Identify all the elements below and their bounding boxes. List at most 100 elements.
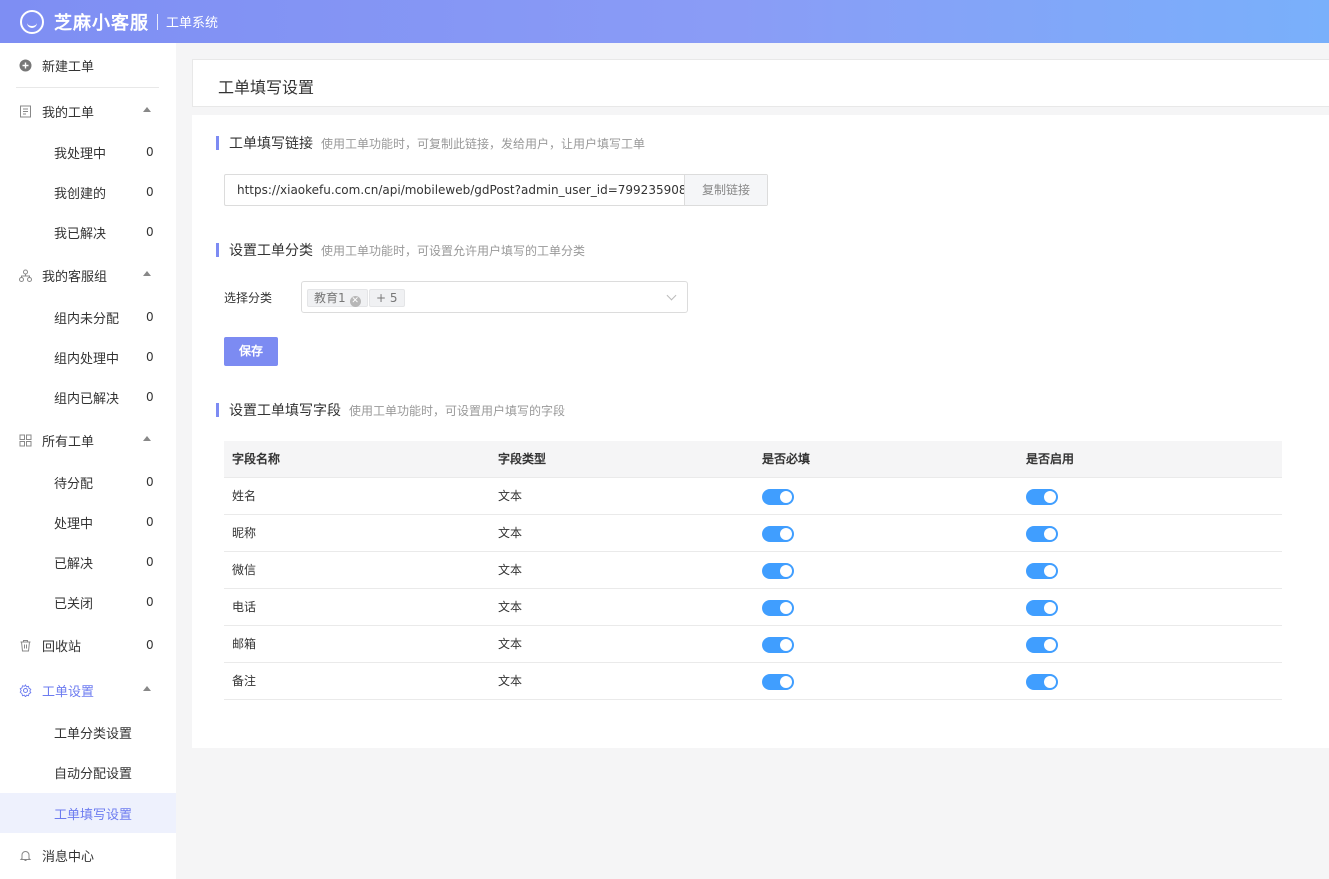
required-toggle[interactable]	[762, 526, 794, 542]
sidebar-item-label: 已解决	[54, 556, 94, 572]
settings-panel: 工单填写链接 使用工单功能时，可复制此链接，发给用户，让用户填写工单 https…	[192, 115, 1329, 748]
table-row: 微信 文本	[224, 552, 1282, 589]
sidebar-group-label: 所有工单	[42, 434, 95, 450]
required-toggle[interactable]	[762, 489, 794, 505]
save-button[interactable]: 保存	[224, 337, 278, 366]
sidebar-item-count: 0	[146, 145, 154, 159]
table-row: 电话 文本	[224, 589, 1282, 626]
sidebar-item-messages[interactable]: 消息中心	[0, 835, 176, 875]
sidebar-item-label: 我处理中	[54, 146, 107, 162]
chevron-up-icon	[143, 107, 151, 112]
chevron-down-icon[interactable]	[666, 290, 677, 301]
sidebar-item-count: 0	[146, 310, 154, 324]
section-heading: 设置工单分类	[229, 243, 313, 259]
sidebar-item-label: 我已解决	[54, 226, 107, 242]
required-toggle[interactable]	[762, 600, 794, 616]
field-name: 姓名	[232, 489, 257, 503]
section-marker	[216, 136, 219, 150]
sidebar-item-label: 组内处理中	[54, 351, 120, 367]
field-type: 文本	[498, 637, 523, 651]
section-description: 使用工单功能时，可设置允许用户填写的工单分类	[321, 243, 586, 258]
field-type: 文本	[498, 674, 523, 688]
sidebar-item-label: 消息中心	[42, 849, 95, 865]
form-link-url[interactable]: https://xiaokefu.com.cn/api/mobileweb/gd…	[225, 175, 684, 205]
sidebar-item-count: 0	[146, 225, 154, 239]
required-toggle[interactable]	[762, 637, 794, 653]
sidebar-item-label: 工单填写设置	[54, 807, 133, 823]
sidebar-item-label: 组内已解决	[54, 391, 120, 407]
enabled-toggle[interactable]	[1026, 526, 1058, 542]
sidebar-item-count: 0	[146, 515, 154, 529]
enabled-toggle[interactable]	[1026, 489, 1058, 505]
field-type: 文本	[498, 489, 523, 503]
chevron-up-icon	[143, 686, 151, 691]
column-header: 是否必填	[762, 452, 811, 466]
sidebar-item-group-resolved[interactable]: 组内已解决 0	[0, 377, 176, 417]
sidebar-item-label: 自动分配设置	[54, 766, 133, 782]
enabled-toggle[interactable]	[1026, 674, 1058, 690]
sidebar-item-label: 新建工单	[42, 59, 95, 75]
sidebar-item-group-unassigned[interactable]: 组内未分配 0	[0, 297, 176, 337]
brand-divider	[157, 13, 158, 30]
section-marker	[216, 243, 219, 257]
link-field: https://xiaokefu.com.cn/api/mobileweb/gd…	[224, 174, 768, 206]
sidebar-item-closed[interactable]: 已关闭 0	[0, 582, 176, 622]
column-header: 字段名称	[232, 452, 281, 466]
field-name: 备注	[232, 674, 257, 688]
sidebar-item-my-created[interactable]: 我创建的 0	[0, 172, 176, 212]
sidebar-item-pending[interactable]: 待分配 0	[0, 462, 176, 502]
sidebar-group-my-team[interactable]: 我的客服组	[0, 255, 176, 295]
sidebar-item-auto-assign-settings[interactable]: 自动分配设置	[0, 752, 176, 792]
more-tags-badge: + 5	[369, 289, 405, 307]
enabled-toggle[interactable]	[1026, 563, 1058, 579]
fields-table: 字段名称 字段类型 是否必填 是否启用 姓名 文本 昵称 文本 微信 文本 电话…	[224, 441, 1282, 700]
copy-link-button[interactable]: 复制链接	[684, 175, 767, 205]
sidebar-item-resolved[interactable]: 已解决 0	[0, 542, 176, 582]
sidebar-item-label: 工单分类设置	[54, 726, 133, 742]
sidebar-item-new-ticket[interactable]: 新建工单	[0, 45, 176, 85]
sidebar-group-label: 我的工单	[42, 105, 95, 121]
sidebar: 新建工单 我的工单 我处理中 0 我创建的 0 我已解决 0 我的客服组 组内未…	[0, 43, 176, 879]
required-toggle[interactable]	[762, 674, 794, 690]
category-section-title: 设置工单分类 使用工单功能时，可设置允许用户填写的工单分类	[216, 240, 585, 260]
field-name: 昵称	[232, 526, 257, 540]
enabled-toggle[interactable]	[1026, 637, 1058, 653]
trash-icon	[18, 638, 32, 652]
sidebar-item-label: 我创建的	[54, 186, 107, 202]
sidebar-group-all-tickets[interactable]: 所有工单	[0, 420, 176, 460]
sidebar-item-form-settings[interactable]: 工单填写设置	[0, 793, 176, 833]
sidebar-group-settings[interactable]: 工单设置	[0, 670, 176, 710]
sidebar-item-count: 0	[146, 350, 154, 364]
top-header: 芝麻小客服 工单系统	[0, 0, 1329, 43]
field-type: 文本	[498, 563, 523, 577]
sidebar-item-count: 0	[146, 185, 154, 199]
sidebar-group-my-tickets[interactable]: 我的工单	[0, 91, 176, 131]
sidebar-group-label: 我的客服组	[42, 269, 108, 285]
brand-subtitle: 工单系统	[166, 16, 219, 31]
column-header: 字段类型	[498, 452, 547, 466]
page-title: 工单填写设置	[218, 78, 315, 97]
category-select-label: 选择分类	[224, 291, 273, 305]
required-toggle[interactable]	[762, 563, 794, 579]
bell-icon	[18, 848, 32, 862]
section-marker	[216, 403, 219, 417]
category-select[interactable]: 教育1 ✕ + 5	[301, 281, 688, 313]
sidebar-item-group-processing[interactable]: 组内处理中 0	[0, 337, 176, 377]
sidebar-item-count: 0	[146, 390, 154, 404]
field-type: 文本	[498, 526, 523, 540]
plus-circle-icon	[18, 58, 32, 72]
column-header: 是否启用	[1026, 452, 1075, 466]
sidebar-item-my-resolved[interactable]: 我已解决 0	[0, 212, 176, 252]
sidebar-item-processing[interactable]: 处理中 0	[0, 502, 176, 542]
sidebar-item-category-settings[interactable]: 工单分类设置	[0, 712, 176, 752]
section-heading: 工单填写链接	[229, 136, 313, 152]
table-header: 字段名称 字段类型 是否必填 是否启用	[224, 441, 1282, 478]
sidebar-item-recycle[interactable]: 回收站 0	[0, 625, 176, 665]
enabled-toggle[interactable]	[1026, 600, 1058, 616]
field-name: 微信	[232, 563, 257, 577]
sidebar-item-my-processing[interactable]: 我处理中 0	[0, 132, 176, 172]
fields-section-title: 设置工单填写字段 使用工单功能时，可设置用户填写的字段	[216, 400, 565, 420]
table-row: 备注 文本	[224, 663, 1282, 700]
close-icon[interactable]: ✕	[349, 296, 361, 307]
table-row: 邮箱 文本	[224, 626, 1282, 663]
